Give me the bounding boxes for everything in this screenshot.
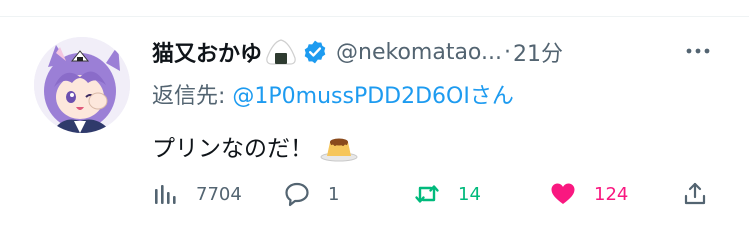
like-button[interactable]: 124 [550, 176, 628, 212]
views-button[interactable]: 7704 [152, 176, 242, 212]
tweet-header: 猫又おかゆ @nekomatao... · 21分 [152, 35, 732, 69]
separator-dot: · [503, 39, 511, 65]
divider [0, 16, 749, 17]
reply-count: 1 [328, 183, 340, 205]
avatar-illustration [34, 37, 130, 133]
action-bar: 7704 1 14 124 [152, 176, 722, 212]
rice-ball-emoji-icon [264, 38, 298, 66]
share-button[interactable] [682, 176, 708, 212]
views-count: 7704 [196, 183, 242, 205]
tweet-text-content: プリンなのだ！ [152, 136, 313, 162]
reply-prefix: 返信先: [152, 84, 233, 109]
like-count: 124 [594, 183, 629, 205]
retweet-button[interactable]: 14 [414, 176, 481, 212]
user-handle[interactable]: @nekomatao... [336, 40, 502, 65]
avatar[interactable] [34, 37, 130, 133]
display-name[interactable]: 猫又おかゆ [152, 36, 262, 68]
tweet-text: プリンなのだ！ [152, 129, 359, 163]
speech-bubble-icon [284, 181, 310, 207]
reply-to-handle-link[interactable]: @1P0mussPDD2D6OIさん [232, 84, 513, 109]
more-dots-icon[interactable] [683, 41, 713, 61]
reply-button[interactable]: 1 [284, 176, 339, 212]
retweet-count: 14 [458, 183, 481, 205]
reply-to-line: 返信先: @1P0mussPDD2D6OIさん [152, 78, 514, 110]
timestamp[interactable]: 21分 [513, 36, 563, 68]
heart-icon [550, 181, 576, 207]
retweet-arrows-icon [414, 181, 440, 207]
custard-pudding-emoji-icon [319, 130, 359, 162]
tweet-card[interactable]: 猫又おかゆ @nekomatao... · 21分 返信先: @1P0mussP… [0, 0, 749, 249]
share-upload-icon [682, 181, 708, 207]
verified-badge-icon[interactable] [302, 39, 328, 65]
bar-chart-icon [152, 181, 178, 207]
